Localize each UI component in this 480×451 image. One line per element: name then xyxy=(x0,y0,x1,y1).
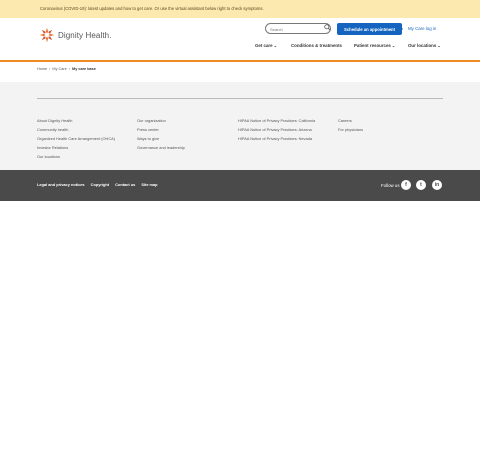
schedule-arrow-icon xyxy=(399,25,403,33)
nav-our-locations[interactable]: Our locations⌄ xyxy=(408,43,441,48)
contact-us-link[interactable]: Contact us xyxy=(115,182,135,187)
alert-text[interactable]: Coronavirus (COVID-19): latest updates a… xyxy=(40,6,264,11)
nav-get-care[interactable]: Get care⌄ xyxy=(255,43,277,48)
nav-conditions-treatments[interactable]: Conditions & treatments xyxy=(291,43,342,48)
nav-label: Our locations xyxy=(408,43,437,48)
breadcrumb-home[interactable]: Home xyxy=(37,67,47,71)
footer-link[interactable]: Governance and leadership xyxy=(137,143,185,152)
footer-column-careers: Careers For physicians xyxy=(338,116,363,134)
my-care-login-link[interactable]: My Care log in xyxy=(408,26,436,31)
footer-link[interactable]: About Dignity Health xyxy=(37,116,115,125)
footer-link[interactable]: Ways to give xyxy=(137,134,185,143)
breadcrumb-separator-icon: › xyxy=(68,67,71,71)
copyright-link[interactable]: Copyright xyxy=(91,182,109,187)
breadcrumb: Home › My Care › My care base xyxy=(37,67,96,71)
follow-us-label: Follow us xyxy=(381,183,400,188)
footer-link[interactable]: Organized Health Care Arrangement (OHCA) xyxy=(37,134,115,143)
breadcrumb-my-care[interactable]: My Care xyxy=(52,67,66,71)
logo-mark-icon xyxy=(39,27,55,43)
dignity-health-logo[interactable]: Dignity Health. xyxy=(39,27,112,43)
footer-divider xyxy=(37,98,443,99)
breadcrumb-current: My care base xyxy=(72,67,96,71)
nav-label: Patient resources xyxy=(354,43,391,48)
chevron-down-icon: ⌄ xyxy=(437,43,441,48)
footer-link[interactable]: HIPAA Notice of Privacy Practices: Arizo… xyxy=(238,125,315,134)
legal-links: Legal and privacy notices Copyright Cont… xyxy=(37,182,163,187)
footer-link[interactable]: HIPAA Notice of Privacy Practices: Nevad… xyxy=(238,134,315,143)
nav-label: Get care xyxy=(255,43,273,48)
footer-column-organization: Our organization Press center Ways to gi… xyxy=(137,116,185,152)
chevron-down-icon: ⌄ xyxy=(273,43,277,48)
nav-label: Conditions & treatments xyxy=(291,43,342,48)
site-map-link[interactable]: Site map xyxy=(141,182,157,187)
facebook-icon[interactable]: f xyxy=(401,180,411,190)
footer-link[interactable]: Press center xyxy=(137,125,185,134)
covid-alert-bar: Coronavirus (COVID-19): latest updates a… xyxy=(0,0,480,18)
nav-patient-resources[interactable]: Patient resources⌄ xyxy=(354,43,395,48)
footer-column-about: About Dignity Health Community health Or… xyxy=(37,116,115,161)
footer-link[interactable]: Investor Relations xyxy=(37,143,115,152)
footer-link[interactable]: Our locations xyxy=(37,152,115,161)
twitter-icon[interactable]: t xyxy=(416,180,426,190)
footer-link[interactable]: Our organization xyxy=(137,116,185,125)
search-icon[interactable] xyxy=(324,24,331,31)
breadcrumb-separator-icon: › xyxy=(49,67,51,71)
legal-privacy-link[interactable]: Legal and privacy notices xyxy=(37,182,85,187)
footer-link[interactable]: For physicians xyxy=(338,125,363,134)
footer-column-hipaa: HIPAA Notice of Privacy Practices: Calif… xyxy=(238,116,315,143)
search-input[interactable] xyxy=(270,26,320,33)
search-box xyxy=(265,23,331,34)
linkedin-icon[interactable]: in xyxy=(432,180,442,190)
header-accent-rule xyxy=(0,60,480,62)
logo-text: Dignity Health. xyxy=(58,30,112,40)
schedule-appointment-button[interactable]: Schedule an appointment xyxy=(337,23,402,35)
footer-link[interactable]: Community health xyxy=(37,125,115,134)
footer-link[interactable]: Careers xyxy=(338,116,363,125)
footer-link[interactable]: HIPAA Notice of Privacy Practices: Calif… xyxy=(238,116,315,125)
chevron-down-icon: ⌄ xyxy=(391,43,396,48)
